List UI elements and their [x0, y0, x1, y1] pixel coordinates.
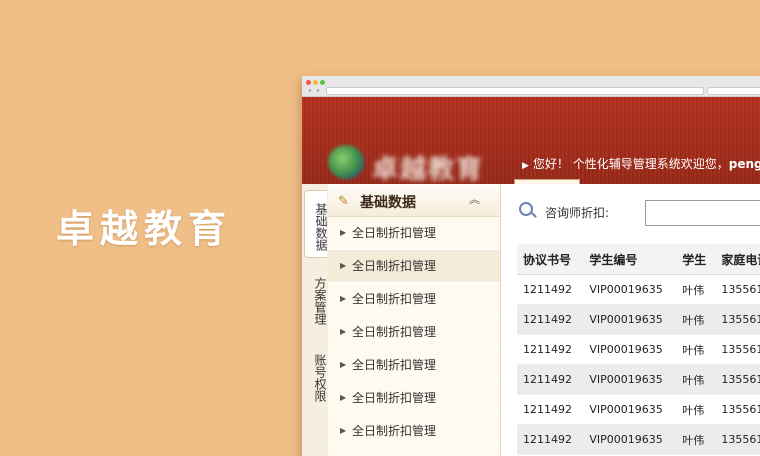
table-header-row: 协议书号 学生编号 学生 家庭电话	[517, 244, 760, 275]
maximize-window-icon[interactable]	[320, 80, 325, 85]
sidebar-item-label: 全日制折扣管理	[352, 325, 437, 339]
table-row[interactable]: 1211492 VIP00019635 叶伟 135561156	[517, 274, 760, 305]
browser-window: ◂ ▸ 卓越教育 ▶您好！ 个性化辅导管理系统欢迎您，peng 系统设置 学生信…	[302, 76, 760, 456]
welcome-message: ▶ 您好！ 个性化辅导管理系统欢迎您，peng	[522, 155, 760, 172]
triangle-bullet-icon: ▶	[522, 161, 529, 171]
table-row[interactable]: 1211492 VIP00019635 叶伟 135561156	[517, 394, 760, 425]
sidebar-item[interactable]: ▶ 全日制折扣管理	[328, 250, 500, 283]
column-header[interactable]: 学生编号	[583, 244, 677, 275]
main-panel: 咨询师折扣: 协议书号 学生编号 学生 家庭电话 1211492 VIP0001…	[501, 184, 760, 456]
table-cell: 1211492	[517, 394, 584, 425]
brand-title: 卓越教育	[56, 207, 233, 251]
table-cell: 1211492	[517, 304, 584, 335]
table-cell: 135561156	[715, 274, 760, 305]
caret-right-icon: ▶	[340, 426, 347, 435]
sidebar-item-label: 全日制折扣管理	[352, 259, 437, 273]
column-header[interactable]: 协议书号	[517, 244, 584, 275]
table-cell: 1211492	[517, 364, 584, 395]
sidebar-item-label: 全日制折扣管理	[352, 391, 437, 405]
table-cell: 1211492	[517, 274, 584, 305]
table-cell: 135561156	[715, 394, 760, 425]
caret-right-icon: ▶	[340, 360, 347, 369]
search-label: 咨询师折扣:	[545, 206, 610, 220]
table-cell: VIP00019635	[583, 274, 677, 305]
browser-search-bar[interactable]	[707, 87, 760, 95]
table-cell: VIP00019635	[583, 334, 677, 365]
table-row[interactable]: 1211492 VIP00019635 叶伟 135561156	[517, 304, 760, 335]
caret-right-icon: ▶	[340, 294, 347, 303]
vtab-account-permissions[interactable]: 账号权限	[304, 348, 327, 408]
table-row[interactable]: 1211492 VIP00019635 叶伟 135561156	[517, 334, 760, 365]
collapse-icon[interactable]: ︽	[469, 191, 480, 207]
column-header[interactable]: 家庭电话	[715, 244, 760, 275]
table-cell: 135561156	[715, 364, 760, 395]
table-cell: 叶伟	[676, 364, 716, 395]
content-body: 基础数据 方案管理 账号权限 ✎ 基础数据 ︽ ▶ 全日制折扣管理 ▶ 全日制折扣管…	[302, 184, 760, 456]
table-cell: 1211492	[517, 334, 584, 365]
minimize-window-icon[interactable]	[313, 80, 318, 85]
back-forward-icon[interactable]: ◂ ▸	[308, 87, 322, 94]
sidebar-item-label: 全日制折扣管理	[352, 424, 437, 438]
sidebar-header: ✎ 基础数据 ︽	[328, 184, 500, 217]
sidebar-item[interactable]: ▶ 全日制折扣管理	[328, 415, 500, 448]
table-cell: VIP00019635	[583, 364, 677, 395]
sidebar-item[interactable]: ▶ 全日制折扣管理	[328, 349, 500, 382]
caret-right-icon: ▶	[340, 228, 347, 237]
sidebar-title: 基础数据	[360, 195, 416, 211]
search-icon	[519, 202, 533, 216]
vertical-tab-strip: 基础数据 方案管理 账号权限	[302, 184, 329, 456]
sidebar: ✎ 基础数据 ︽ ▶ 全日制折扣管理 ▶ 全日制折扣管理 ▶ 全日制折扣管理 ▶ 全日制…	[328, 184, 501, 456]
table-cell: 叶伟	[676, 394, 716, 425]
browser-chrome: ◂ ▸	[302, 76, 760, 97]
sidebar-item[interactable]: ▶ 全日制折扣管理	[328, 382, 500, 415]
table-cell: 135561156	[715, 334, 760, 365]
sidebar-item[interactable]: ▶ 全日制折扣管理	[328, 316, 500, 349]
table-cell: VIP00019635	[583, 394, 677, 425]
table-cell: 叶伟	[676, 274, 716, 305]
sidebar-item-label: 全日制折扣管理	[352, 292, 437, 306]
caret-right-icon: ▶	[340, 393, 347, 402]
caret-right-icon: ▶	[340, 327, 347, 336]
table-cell: 叶伟	[676, 304, 716, 335]
caret-right-icon: ▶	[340, 261, 347, 270]
logo-text: 卓越教育	[372, 155, 485, 185]
sidebar-item-label: 全日制折扣管理	[352, 358, 437, 372]
edit-icon: ✎	[338, 194, 349, 209]
welcome-text: 您好！ 个性化辅导管理系统欢迎您，	[532, 157, 729, 171]
agreements-table: 协议书号 学生编号 学生 家庭电话 1211492 VIP00019635 叶伟…	[517, 244, 760, 455]
sidebar-item[interactable]: ▶ 全日制折扣管理	[328, 283, 500, 316]
sidebar-item[interactable]: ▶ 全日制折扣管理	[328, 217, 500, 250]
discount-search-input[interactable]	[645, 200, 760, 226]
address-bar[interactable]	[326, 87, 704, 95]
table-cell: 叶伟	[676, 334, 716, 365]
column-header[interactable]: 学生	[676, 244, 716, 275]
sidebar-item-label: 全日制折扣管理	[352, 226, 437, 240]
table-row[interactable]: 1211492 VIP00019635 叶伟 135561156	[517, 364, 760, 395]
vtab-plan-management[interactable]: 方案管理	[304, 268, 327, 334]
app-header: 卓越教育 ▶您好！ 个性化辅导管理系统欢迎您，peng 系统设置 学生信息 收	[302, 97, 760, 204]
table-cell: 135561156	[715, 304, 760, 335]
table-cell: VIP00019635	[583, 304, 677, 335]
logo-icon	[328, 145, 364, 179]
vtab-basic-data[interactable]: 基础数据	[304, 190, 328, 258]
close-window-icon[interactable]	[306, 80, 311, 85]
username: peng	[728, 157, 760, 171]
